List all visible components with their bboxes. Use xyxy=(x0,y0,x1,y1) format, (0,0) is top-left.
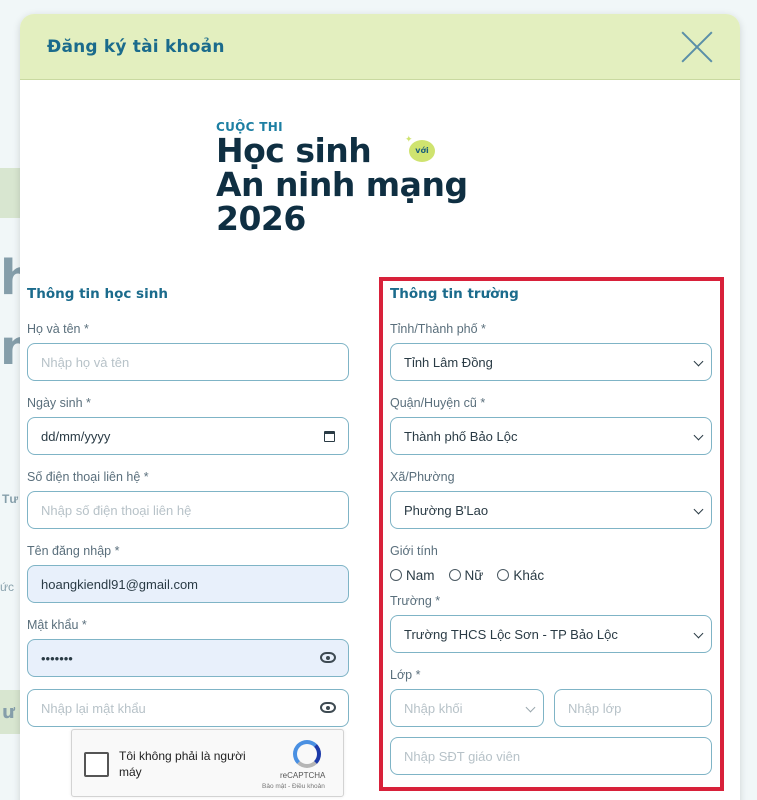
password-label: Mật khẩu * xyxy=(27,618,87,632)
grade-placeholder: Nhập khối xyxy=(404,700,463,716)
class-input[interactable]: Nhập lớp xyxy=(554,689,712,727)
calendar-icon[interactable] xyxy=(324,431,335,442)
username-input[interactable]: hoangkiendl91@gmail.com xyxy=(27,565,349,603)
class-label: Lớp * xyxy=(390,668,421,682)
radio-icon[interactable] xyxy=(448,569,461,581)
recaptcha-logo-icon xyxy=(293,740,321,768)
district-label: Quận/Huyện cũ * xyxy=(390,396,486,410)
section-title-school: Thông tin trường xyxy=(390,286,519,302)
ward-value: Phường B'Lao xyxy=(404,502,489,518)
logo-line-1: Học sinh xyxy=(216,131,372,170)
school-label: Trường * xyxy=(390,594,441,608)
chevron-down-icon xyxy=(693,430,704,441)
province-select[interactable]: Tỉnh Lâm Đồng xyxy=(390,343,712,381)
logo-badge: với xyxy=(409,140,435,162)
gender-option-female[interactable]: Nữ xyxy=(448,567,484,583)
recaptcha-brand: reCAPTCHA xyxy=(280,771,326,780)
ward-label: Xã/Phường xyxy=(390,470,455,484)
student-info-section: Thông tin học sinh Họ và tên * Nhập họ v… xyxy=(27,282,349,727)
school-select[interactable]: Trường THCS Lộc Sơn - TP Bảo Lộc xyxy=(390,615,712,653)
gender-option-label: Nam xyxy=(406,567,435,583)
recaptcha-widget: Tôi không phải là người máy reCAPTCHA Bả… xyxy=(71,729,344,797)
contest-logo: CUỘC THI Học sinh ✦ với An ninh mạng 202… xyxy=(216,120,516,260)
district-value: Thành phố Bảo Lộc xyxy=(404,428,518,444)
modal-title: Đăng ký tài khoản xyxy=(47,36,225,57)
gender-option-other[interactable]: Khác xyxy=(497,568,544,583)
radio-icon[interactable] xyxy=(497,569,510,581)
chevron-down-icon xyxy=(693,356,704,367)
dob-label: Ngày sinh * xyxy=(27,396,91,410)
modal-header: Đăng ký tài khoản xyxy=(20,14,740,80)
school-info-section: Thông tin trường Tỉnh/Thành phố * Tỉnh L… xyxy=(370,282,712,775)
gender-option-male[interactable]: Nam xyxy=(390,568,435,583)
province-value: Tỉnh Lâm Đồng xyxy=(404,354,493,370)
fullname-label: Họ và tên * xyxy=(27,322,89,336)
dob-input[interactable]: dd/mm/yyyy xyxy=(27,417,349,455)
username-label: Tên đăng nhập * xyxy=(27,544,120,558)
phone-input[interactable]: Nhập số điện thoại liên hệ xyxy=(27,491,349,529)
gender-label: Giới tính xyxy=(390,544,438,558)
province-label: Tỉnh/Thành phố * xyxy=(390,322,486,336)
chevron-down-icon xyxy=(693,628,704,639)
gender-radio-group: Nam Nữ Khác xyxy=(390,565,712,585)
confirm-password-placeholder: Nhập lại mật khẩu xyxy=(41,700,146,716)
show-password-icon[interactable] xyxy=(320,652,336,663)
password-input[interactable]: ••••••• xyxy=(27,639,349,677)
phone-label: Số điện thoại liên hệ * xyxy=(27,470,149,484)
gender-option-label: Nữ xyxy=(464,567,484,583)
close-icon[interactable] xyxy=(680,30,714,64)
school-value: Trường THCS Lộc Sơn - TP Bảo Lộc xyxy=(404,626,618,642)
recaptcha-label: Tôi không phải là người máy xyxy=(119,749,246,779)
class-fields: Nhập khối Nhập lớp xyxy=(390,689,712,727)
teacher-phone-input[interactable]: Nhập SĐT giáo viên xyxy=(390,737,712,775)
dob-value: dd/mm/yyyy xyxy=(41,428,111,444)
section-title-student: Thông tin học sinh xyxy=(27,286,168,302)
ward-select[interactable]: Phường B'Lao xyxy=(390,491,712,529)
district-select[interactable]: Thành phố Bảo Lộc xyxy=(390,417,712,455)
grade-select[interactable]: Nhập khối xyxy=(390,689,544,727)
gender-option-label: Khác xyxy=(513,567,545,583)
fullname-input[interactable]: Nhập họ và tên xyxy=(27,343,349,381)
chevron-down-icon xyxy=(693,504,704,515)
logo-line-2: An ninh mạng xyxy=(216,165,468,204)
recaptcha-checkbox[interactable] xyxy=(84,752,109,777)
password-value: ••••••• xyxy=(41,650,73,666)
confirm-password-input[interactable]: Nhập lại mật khẩu xyxy=(27,689,349,727)
show-password-icon[interactable] xyxy=(320,702,336,713)
chevron-down-icon xyxy=(525,702,536,713)
radio-icon[interactable] xyxy=(390,569,402,581)
recaptcha-terms-link[interactable]: Bảo mật - Điều khoản xyxy=(262,783,325,790)
logo-line-3: 2026 xyxy=(216,199,306,238)
